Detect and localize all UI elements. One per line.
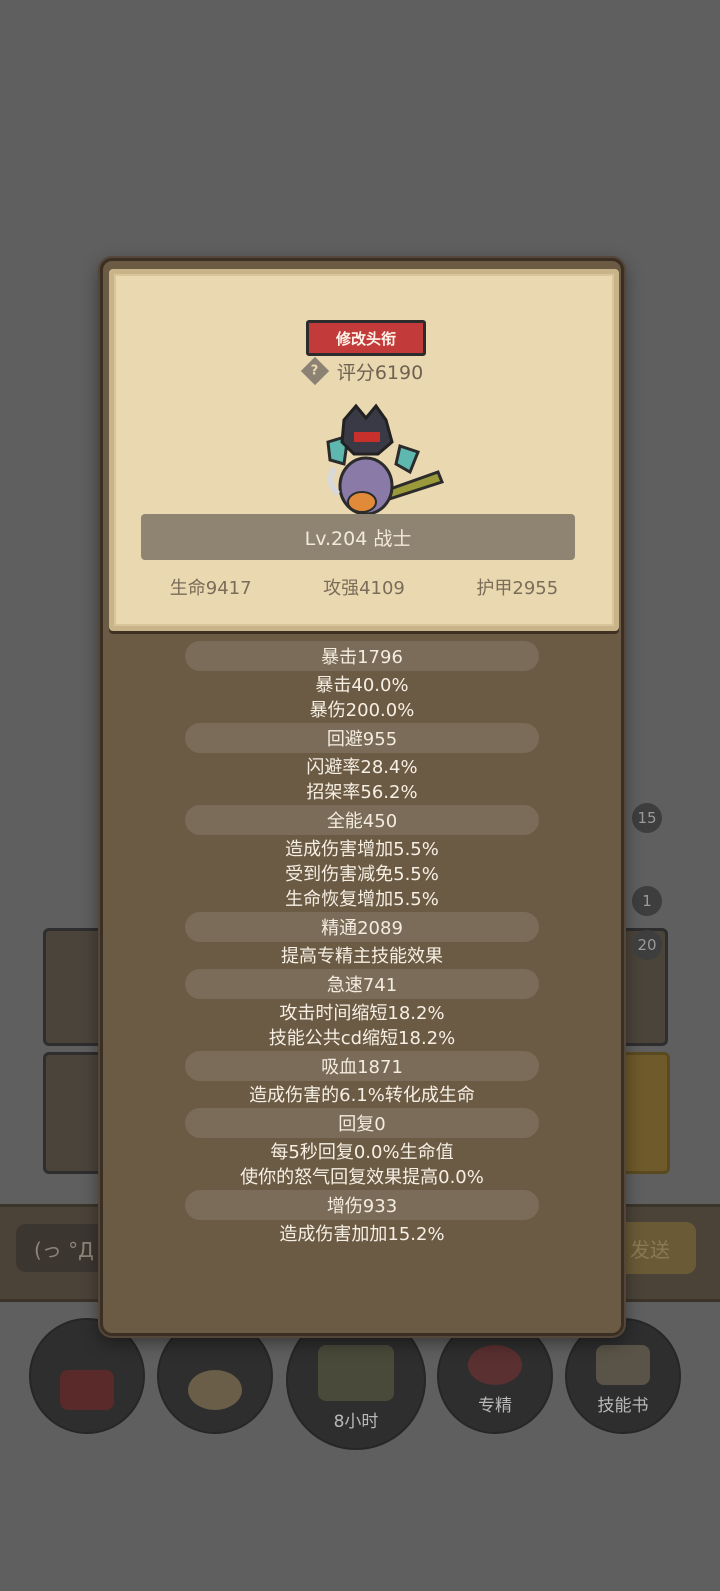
edit-title-button[interactable]: 修改头衔 [306, 320, 426, 356]
stat-header-haste: 急速741 [185, 969, 539, 999]
stat-detail: 暴击40.0% [315, 674, 409, 696]
chest-timer: 8小时 [333, 1412, 379, 1432]
stat-detail: 造成伤害加加15.2% [279, 1223, 445, 1245]
stat-detail: 使你的怒气回复效果提高0.0% [240, 1166, 484, 1188]
stat-detail: 技能公共cd缩短18.2% [268, 1027, 456, 1049]
stat-header-regen: 回复0 [185, 1108, 539, 1138]
stat-armor: 护甲2955 [476, 578, 559, 599]
stat-detail: 受到伤害减免5.5% [285, 863, 439, 885]
specialization-icon [468, 1345, 522, 1385]
stat-detail: 提高专精主技能效果 [281, 945, 443, 967]
bottom-nav-label: 技能书 [597, 1396, 649, 1416]
potion-icon [60, 1370, 114, 1410]
stat-detail: 生命恢复增加5.5% [285, 888, 439, 910]
stat-header-versatility: 全能450 [185, 805, 539, 835]
stat-detail: 闪避率28.4% [306, 756, 418, 778]
stat-header-lifesteal: 吸血1871 [185, 1051, 539, 1081]
stat-header-mastery: 精通2089 [185, 912, 539, 942]
base-stats: 生命9417 攻强4109 护甲2955 [114, 574, 614, 604]
stat-detail: 暴伤200.0% [309, 699, 415, 721]
count-badge: 1 [632, 886, 662, 916]
stat-header-avoidance: 回避955 [185, 723, 539, 753]
character-stats-modal: 修改头衔 ? 评分6190 Lv.204 战士 生命9417 攻强4109 护甲… [100, 258, 624, 1336]
chest-icon [318, 1345, 394, 1401]
hero-level-class: Lv.204 战士 [141, 514, 575, 560]
stat-detail: 造成伤害的6.1%转化成生命 [249, 1084, 475, 1106]
character-card: 修改头衔 ? 评分6190 Lv.204 战士 生命9417 攻强4109 护甲… [109, 269, 619, 631]
secondary-stats-list: 暴击1796 暴击40.0% 暴伤200.0% 回避955 闪避率28.4% 招… [103, 639, 621, 1245]
bottom-nav-label: 专精 [478, 1396, 512, 1416]
stat-detail: 造成伤害增加5.5% [285, 838, 439, 860]
stat-header-damage-bonus: 增伤933 [185, 1190, 539, 1220]
bag-icon [188, 1370, 242, 1410]
stat-health: 生命9417 [169, 578, 252, 599]
score-value: 评分6190 [336, 361, 424, 384]
count-badge: 20 [632, 930, 662, 960]
stat-attack-power: 攻强4109 [323, 578, 405, 599]
stat-header-crit: 暴击1796 [185, 641, 539, 671]
stat-detail: 每5秒回复0.0%生命值 [270, 1141, 454, 1163]
help-icon[interactable]: ? [300, 356, 329, 386]
score-row: ? 评分6190 [114, 356, 614, 386]
stat-detail: 招架率56.2% [306, 781, 418, 803]
stat-detail: 攻击时间缩短18.2% [279, 1002, 445, 1024]
skill-book-icon [596, 1345, 650, 1385]
count-badge: 15 [632, 803, 662, 833]
hero-portrait [326, 403, 444, 516]
